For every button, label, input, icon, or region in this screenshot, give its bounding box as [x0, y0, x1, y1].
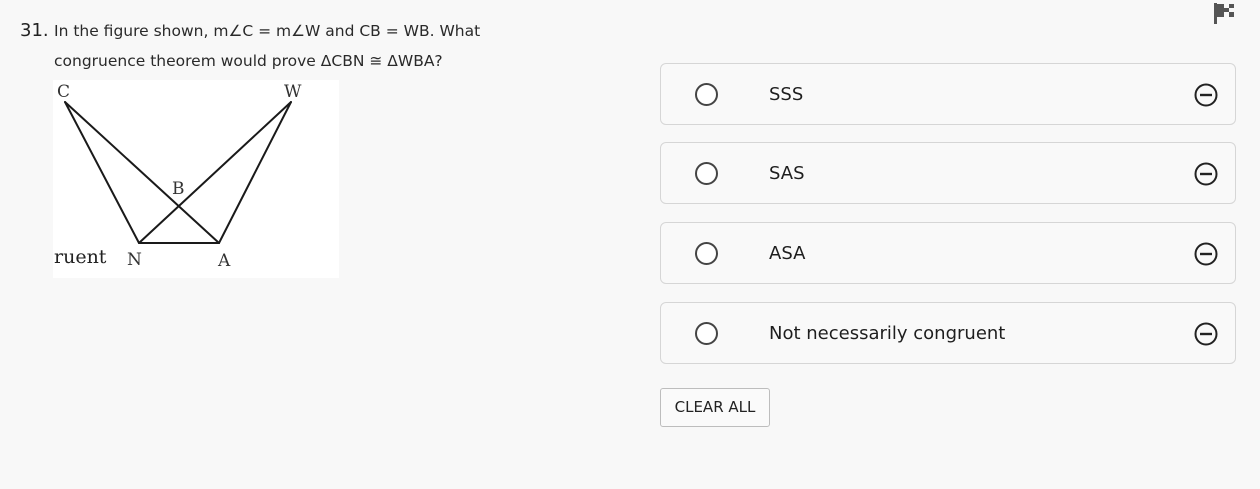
- option-label: SAS: [769, 163, 805, 184]
- answer-option-sas[interactable]: SAS: [660, 142, 1236, 204]
- radio-button[interactable]: [695, 242, 718, 265]
- question-text-line-2: congruence theorem would prove ΔCBN ≅ ΔW…: [54, 52, 443, 70]
- answer-option-asa[interactable]: ASA: [660, 222, 1236, 284]
- option-label: Not necessarily congruent: [769, 323, 1006, 344]
- flag-icon[interactable]: [1213, 2, 1235, 24]
- radio-button[interactable]: [695, 83, 718, 106]
- option-label: SSS: [769, 84, 804, 105]
- eliminate-option-icon[interactable]: [1194, 322, 1218, 346]
- vertex-label-w: W: [284, 82, 302, 102]
- option-label: ASA: [769, 243, 806, 264]
- radio-button[interactable]: [695, 162, 718, 185]
- radio-button[interactable]: [695, 322, 718, 345]
- eliminate-option-icon[interactable]: [1194, 242, 1218, 266]
- eliminate-option-icon[interactable]: [1194, 83, 1218, 107]
- segment-wa: [218, 101, 292, 244]
- question-number: 31.: [20, 20, 49, 41]
- clear-all-button[interactable]: CLEAR ALL: [660, 388, 770, 427]
- vertex-label-n: N: [127, 250, 142, 270]
- segment-ca: [64, 101, 220, 244]
- figure-overflow-text: ruent: [54, 246, 107, 268]
- segment-wn: [138, 101, 292, 244]
- question-figure: C W B ruent N A: [53, 80, 339, 278]
- answer-option-sss[interactable]: SSS: [660, 63, 1236, 125]
- vertex-label-c: C: [57, 82, 70, 102]
- answer-option-not-necessarily-congruent[interactable]: Not necessarily congruent: [660, 302, 1236, 364]
- question-text-line-1: In the figure shown, m∠C = m∠W and CB = …: [54, 22, 481, 40]
- segment-cn: [64, 101, 140, 244]
- vertex-label-a: A: [217, 251, 231, 271]
- eliminate-option-icon[interactable]: [1194, 162, 1218, 186]
- vertex-label-b: B: [172, 179, 185, 199]
